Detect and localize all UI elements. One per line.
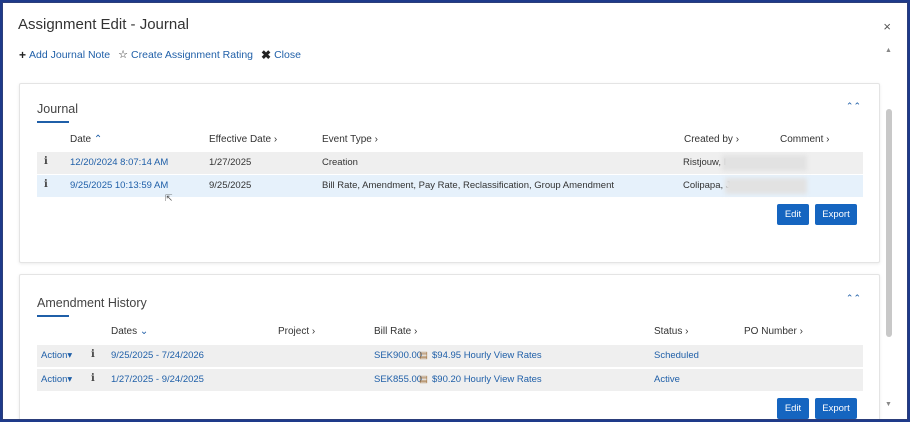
- info-icon[interactable]: i: [91, 373, 95, 384]
- header-event-type[interactable]: Event Type ›: [322, 134, 378, 145]
- header-dates[interactable]: Dates ⌄: [111, 326, 148, 337]
- journal-title: Journal: [37, 102, 78, 116]
- row-effective-date: 9/25/2025: [209, 180, 252, 191]
- amendment-title-underline: [37, 315, 69, 317]
- table-row: i 12/20/2024 8:07:14 AM 1/27/2025 Creati…: [37, 152, 863, 174]
- money-icon: ▤: [419, 374, 428, 385]
- row-created-by: Ristjouw, I: [683, 157, 727, 168]
- row-date-link[interactable]: 12/20/2024 8:07:14 AM: [70, 157, 168, 168]
- scrollbar[interactable]: ▲ ▼: [885, 47, 893, 413]
- star-icon: ☆: [118, 49, 129, 61]
- info-icon[interactable]: i: [44, 156, 48, 167]
- amendment-history-title: Amendment History: [37, 296, 147, 310]
- row-bill-rate-link[interactable]: SEK900.00: [374, 350, 422, 361]
- collapse-icon[interactable]: ⌃⌃: [846, 293, 861, 304]
- row-status: Scheduled: [654, 350, 699, 361]
- header-comment[interactable]: Comment ›: [780, 134, 829, 145]
- row-view-rates-link[interactable]: $90.20 Hourly View Rates: [432, 374, 542, 385]
- table-row: i 9/25/2025 10:13:59 AM 9/25/2025 Bill R…: [37, 175, 863, 197]
- row-effective-date: 1/27/2025: [209, 157, 252, 168]
- table-row: Action▾ i 1/27/2025 - 9/24/2025 SEK855.0…: [37, 369, 863, 391]
- info-icon[interactable]: i: [91, 349, 95, 360]
- x-icon: ✖: [261, 48, 272, 62]
- modal-window: Assignment Edit - Journal × + Add Journa…: [2, 2, 908, 420]
- table-row: Action▾ i 9/25/2025 - 7/24/2026 SEK900.0…: [37, 345, 863, 367]
- row-created-by: Colipapa, J: [683, 180, 731, 191]
- sort-up-icon: ⌃: [93, 134, 103, 145]
- journal-edit-button[interactable]: Edit: [777, 204, 809, 225]
- add-journal-note-label: Add Journal Note: [29, 49, 111, 61]
- header-effective-date[interactable]: Effective Date ›: [209, 134, 277, 145]
- row-bill-rate-link[interactable]: SEK855.00: [374, 374, 422, 385]
- plus-icon: +: [19, 48, 27, 62]
- header-status[interactable]: Status ›: [654, 326, 688, 337]
- close-icon[interactable]: ×: [883, 19, 891, 34]
- create-assignment-rating-button[interactable]: ☆ Create Assignment Rating: [118, 49, 253, 61]
- amendment-edit-button[interactable]: Edit: [777, 398, 809, 419]
- collapse-icon[interactable]: ⌃⌃: [846, 101, 861, 112]
- mouse-cursor-icon: ⇱: [165, 193, 173, 203]
- row-status: Active: [654, 374, 680, 385]
- close-button[interactable]: ✖ Close: [261, 49, 301, 61]
- row-event-type: Bill Rate, Amendment, Pay Rate, Reclassi…: [322, 180, 614, 191]
- add-journal-note-button[interactable]: + Add Journal Note: [19, 49, 110, 61]
- action-dropdown[interactable]: Action▾: [41, 374, 72, 385]
- sort-down-icon: ⌄: [139, 326, 149, 337]
- header-created-by[interactable]: Created by ›: [684, 134, 739, 145]
- header-date[interactable]: Date ⌃: [70, 134, 102, 145]
- amendment-export-button[interactable]: Export: [815, 398, 857, 419]
- modal-title: Assignment Edit - Journal: [18, 16, 189, 33]
- header-po-number[interactable]: PO Number ›: [744, 326, 803, 337]
- row-date-link[interactable]: 9/25/2025 10:13:59 AM: [70, 180, 168, 191]
- scroll-up-icon[interactable]: ▲: [885, 47, 892, 54]
- scroll-down-icon[interactable]: ▼: [885, 401, 892, 408]
- header-bill-rate[interactable]: Bill Rate ›: [374, 326, 417, 337]
- row-view-rates-link[interactable]: $94.95 Hourly View Rates: [432, 350, 542, 361]
- action-dropdown[interactable]: Action▾: [41, 350, 72, 361]
- amendment-history-panel: Amendment History ⌃⌃ Dates ⌄ Project › B…: [19, 274, 880, 419]
- scrollbar-thumb[interactable]: [886, 109, 892, 337]
- journal-title-underline: [37, 121, 69, 123]
- journal-export-button[interactable]: Export: [815, 204, 857, 225]
- header-project[interactable]: Project ›: [278, 326, 315, 337]
- row-event-type: Creation: [322, 157, 358, 168]
- row-dates-link[interactable]: 1/27/2025 - 9/24/2025: [111, 374, 204, 385]
- journal-panel: Journal ⌃⌃ Date ⌃ Effective Date › Event…: [19, 83, 880, 263]
- close-label: Close: [274, 49, 301, 61]
- info-icon[interactable]: i: [44, 179, 48, 190]
- toolbar: + Add Journal Note ☆ Create Assignment R…: [19, 49, 301, 61]
- money-icon: ▤: [419, 350, 428, 361]
- redacted-text: [725, 178, 807, 194]
- create-assignment-rating-label: Create Assignment Rating: [131, 49, 254, 61]
- row-dates-link[interactable]: 9/25/2025 - 7/24/2026: [111, 350, 204, 361]
- redacted-text: [722, 155, 807, 171]
